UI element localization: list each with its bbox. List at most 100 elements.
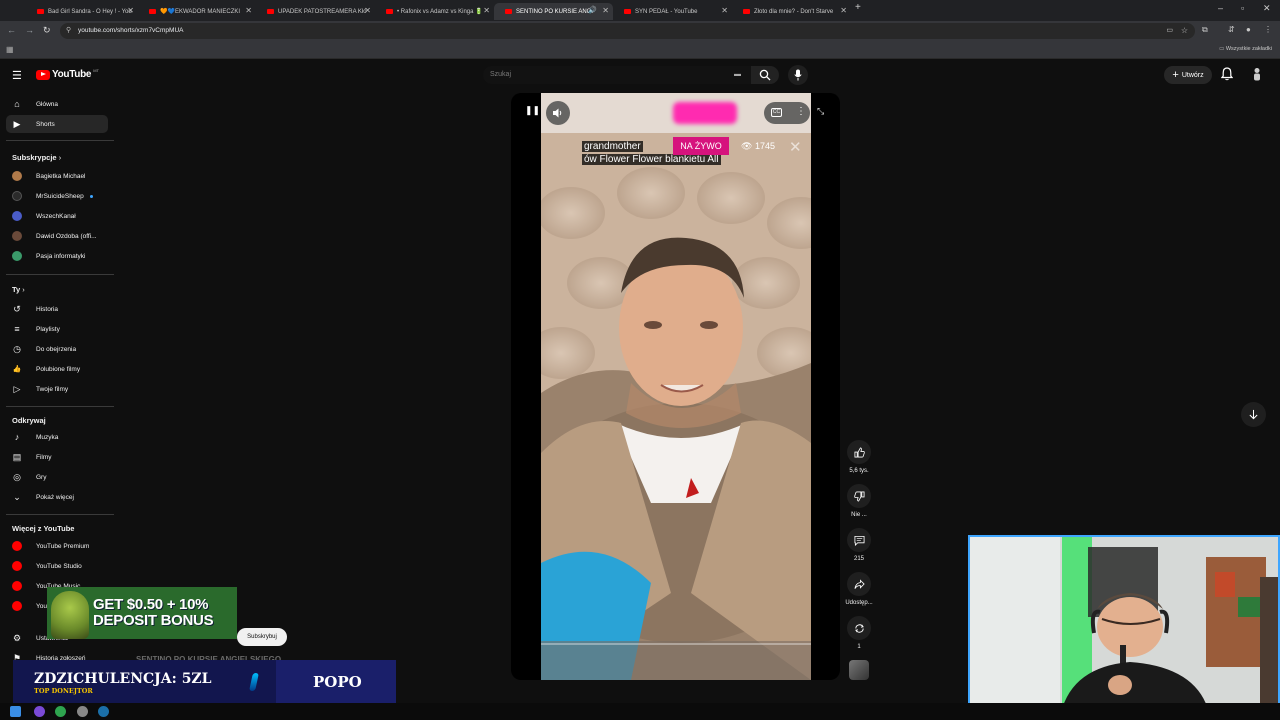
dislike-button[interactable]: Nie ...	[845, 484, 873, 518]
more-options-icon[interactable]: ⋮	[796, 106, 806, 117]
browser-tab-active[interactable]: SENTINO PO KURSIE ANGI 🔊 ✕	[494, 3, 613, 20]
search-box[interactable]: Szukaj ▬	[483, 66, 751, 84]
channel-avatar	[12, 191, 22, 201]
sidebar-item-playlists[interactable]: ≡ Playlisty	[6, 320, 108, 338]
video-progress-bar[interactable]	[541, 643, 811, 645]
subscribe-button[interactable]: Subskrybuj	[237, 628, 287, 646]
search-input[interactable]: Szukaj	[490, 71, 511, 78]
captions-icon[interactable]: CC	[771, 108, 782, 117]
more-menu-icon[interactable]: ⋮	[1264, 25, 1272, 34]
close-tab-icon[interactable]: ✕	[483, 6, 490, 15]
sidebar-item-show-more[interactable]: ⌄ Pokaż więcej	[6, 488, 108, 506]
account-avatar-icon[interactable]	[1251, 67, 1263, 81]
close-window-icon[interactable]: ✕	[1263, 3, 1271, 14]
sidebar-item-gaming[interactable]: ◎ Gry	[6, 468, 108, 486]
all-bookmarks-link[interactable]: ▭ Wszystkie zakładki	[1219, 46, 1272, 52]
audio-playing-icon[interactable]: 🔊	[588, 6, 597, 14]
app-icon[interactable]	[34, 706, 45, 717]
close-tab-icon[interactable]: ✕	[245, 6, 252, 15]
chrome-icon[interactable]	[55, 706, 66, 717]
stream-overlay-text: grandmother	[582, 141, 643, 152]
like-button[interactable]: 5,6 tys.	[845, 440, 873, 474]
windows-start-icon[interactable]	[10, 706, 21, 717]
like-icon-wrap	[847, 440, 871, 464]
you-heading[interactable]: Ty ›	[12, 285, 25, 294]
close-tab-icon[interactable]: ✕	[127, 6, 134, 15]
close-tab-icon[interactable]: ✕	[364, 6, 371, 15]
notifications-bell-icon[interactable]	[1221, 67, 1233, 81]
site-info-icon[interactable]: ⚲	[66, 26, 71, 34]
youtube-logo[interactable]: YouTube MT	[36, 68, 99, 80]
sidebar-item-history[interactable]: ↺ Historia	[6, 300, 108, 318]
channel-name: Bagietka Michael	[36, 172, 86, 180]
address-bar[interactable]: ⚲ youtube.com/shorts/xzm7vCmpMUA ▭ ☆	[60, 23, 1195, 39]
extensions-icon[interactable]: ⧉	[1202, 25, 1208, 35]
sidebar-item-your-videos[interactable]: ▷ Twoje filmy	[6, 380, 108, 398]
bookmark-star-icon[interactable]: ☆	[1181, 26, 1188, 35]
hamburger-menu-icon[interactable]: ☰	[12, 69, 22, 82]
ad-character-image	[51, 591, 89, 639]
apps-grid-icon[interactable]: ▦	[6, 45, 14, 54]
browser-tab[interactable]: Bad Girl Sandra - O Hey ! - You ✕	[26, 3, 138, 20]
sidebar-item-subscription[interactable]: Pasja informatyki	[6, 247, 108, 265]
steam-icon[interactable]	[98, 706, 109, 717]
cast-icon[interactable]: ▭	[1166, 26, 1173, 34]
video-frame[interactable]	[541, 93, 811, 680]
fullscreen-icon[interactable]: ⤡	[817, 106, 824, 117]
sidebar-item-watch-later[interactable]: ◷ Do obejrzenia	[6, 340, 108, 358]
pause-icon[interactable]: ❚❚	[525, 105, 540, 116]
streamer-webcam	[968, 535, 1280, 715]
search-button[interactable]	[751, 66, 779, 84]
viewer-count-value: 1745	[754, 141, 775, 151]
sidebar-item-subscription[interactable]: Dawid Ozdoba (offi...	[6, 227, 108, 245]
browser-tab[interactable]: UPADEK PATOSTREAMERA Kłó ✕	[256, 3, 375, 20]
forward-icon[interactable]: →	[25, 25, 34, 35]
sidebar-item-movies[interactable]: ▤ Filmy	[6, 448, 108, 466]
volume-button[interactable]	[546, 101, 570, 125]
browser-tab[interactable]: SYN PEDAŁ - YouTube ✕	[613, 3, 732, 20]
url-text[interactable]: youtube.com/shorts/xzm7vCmpMUA	[78, 27, 183, 34]
donation-accent-shape	[249, 673, 259, 691]
sidebar-item-home[interactable]: ⌂ Główna	[6, 95, 108, 113]
maximize-icon[interactable]: ▫	[1241, 3, 1244, 13]
sidebar-item-subscription[interactable]: WszechKanał	[6, 207, 108, 225]
comments-button[interactable]: 215	[845, 528, 873, 562]
remix-button[interactable]: 1	[845, 616, 873, 650]
live-badge: NA ŻYWO	[673, 137, 729, 155]
sidebar-item-shorts[interactable]: ▶ Shorts	[6, 115, 108, 133]
sidebar-item-liked-videos[interactable]: 👍 Polubione filmy	[6, 360, 108, 378]
arrow-down-icon	[1249, 409, 1258, 420]
minimize-icon[interactable]: –	[1218, 3, 1223, 13]
keyboard-icon[interactable]: ▬	[734, 71, 741, 78]
subscriptions-heading[interactable]: Subskrypcje ›	[12, 153, 61, 162]
new-tab-button[interactable]: +	[855, 2, 861, 13]
downloads-icon[interactable]: ⇵	[1228, 25, 1235, 34]
channel-avatar	[12, 231, 22, 241]
next-short-button[interactable]	[1241, 402, 1266, 427]
shorts-player[interactable]	[511, 93, 840, 680]
sidebar-item-youtube-premium[interactable]: YouTube Premium	[6, 537, 108, 555]
reload-icon[interactable]: ↻	[43, 25, 51, 36]
close-tab-icon[interactable]: ✕	[602, 6, 609, 15]
plus-icon: +	[1172, 68, 1179, 81]
browser-tab[interactable]: • Rafonix vs Adamz vs Kinga 🔋 ✕	[375, 3, 494, 20]
voice-search-button[interactable]	[788, 65, 808, 85]
sidebar-item-subscription[interactable]: Bagietka Michael	[6, 167, 108, 185]
sidebar-item-music[interactable]: ♪ Muzyka	[6, 428, 108, 446]
donation-banner: ZDZICHULENCJA: 5ZL TOP DONEJTOR POPO	[13, 660, 396, 704]
chevron-right-icon: ›	[22, 285, 25, 294]
app-icon[interactable]	[77, 706, 88, 717]
browser-tab[interactable]: Złoto dla mnie? - Don't Starve ✕	[732, 3, 851, 20]
back-icon[interactable]: ←	[7, 25, 16, 35]
sidebar-item-youtube-studio[interactable]: YouTube Studio	[6, 557, 108, 575]
create-button[interactable]: + Utwórz	[1164, 66, 1212, 84]
profile-icon[interactable]: ●	[1246, 25, 1251, 34]
sidebar-item-subscription[interactable]: MrSuicideSheep	[6, 187, 108, 205]
tab-title: Złoto dla mnie? - Don't Starve	[754, 8, 834, 15]
browser-tab[interactable]: 🧡💙EKWADOR MANIECZKI ✕	[138, 3, 256, 20]
share-button[interactable]: Udostęp...	[845, 572, 873, 606]
close-tab-icon[interactable]: ✕	[840, 6, 847, 15]
sidebar-item-label: Playlisty	[36, 325, 60, 333]
close-tab-icon[interactable]: ✕	[721, 6, 728, 15]
music-thumbnail[interactable]	[849, 660, 869, 680]
